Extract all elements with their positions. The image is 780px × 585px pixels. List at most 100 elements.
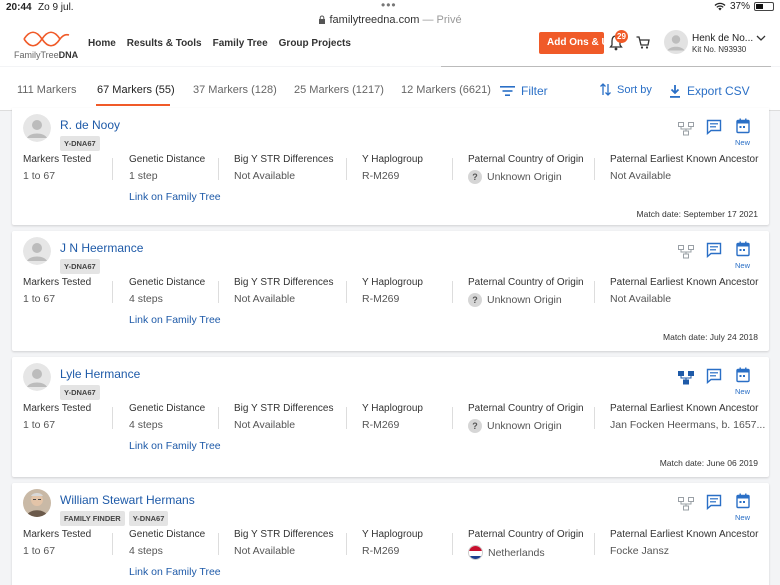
match-avatar[interactable] (23, 363, 51, 391)
country-column: Paternal Country of Origin ? Unknown Orig… (468, 154, 584, 184)
big-y-label: Big Y STR Differences (234, 403, 334, 414)
tab-37-markers[interactable]: 37 Markers (128) (193, 84, 277, 96)
markers-text: 1 to 67 (23, 545, 56, 557)
message-icon[interactable] (706, 242, 722, 258)
main-nav: Home Results & Tools Family Tree Group P… (88, 38, 351, 49)
markers-tested-column: Markers Tested 1 to 67 (23, 529, 91, 557)
familytreedna-logo[interactable]: FamilyTreeDNA (14, 30, 78, 64)
user-avatar[interactable] (664, 30, 688, 54)
tab-25-markers[interactable]: 25 Markers (1217) (294, 84, 384, 96)
country-value: ? Unknown Origin (468, 170, 584, 184)
calendar-icon[interactable] (736, 241, 750, 257)
country-text: Netherlands (488, 546, 545, 559)
match-avatar[interactable] (23, 489, 51, 517)
link-on-family-tree[interactable]: Link on Family Tree (129, 191, 221, 203)
column-divider (112, 281, 113, 303)
new-badge: New (735, 138, 751, 147)
haplogroup-label: Y Haplogroup (362, 154, 423, 165)
match-date: Match date: June 06 2019 (659, 458, 758, 468)
link-on-family-tree[interactable]: Link on Family Tree (129, 440, 221, 452)
match-card: J N Heermance Y-DNA67 New Markers Tested… (12, 231, 769, 351)
more-dots-icon[interactable]: ••• (381, 0, 397, 12)
big-y-value: Not Available (234, 545, 334, 557)
column-divider (218, 407, 219, 429)
add-ons-upgrades-button[interactable]: Add Ons & Upgrades (539, 32, 604, 54)
battery-icon (754, 2, 774, 11)
markers-tested-label: Markers Tested (23, 529, 92, 540)
calendar-icon[interactable] (736, 493, 750, 509)
distance-text: 4 steps (129, 419, 163, 431)
family-tree-icon[interactable] (678, 371, 694, 385)
column-divider (452, 533, 453, 555)
haplogroup-column: Y Haplogroup R-M269 (362, 154, 423, 182)
battery-percent: 37% (729, 1, 750, 12)
markers-tested-column: Markers Tested 1 to 67 (23, 154, 91, 182)
ancestor-column: Paternal Earliest Known Ancestor Focke J… (610, 529, 758, 557)
match-date: Match date: July 24 2018 (663, 332, 758, 342)
sort-icon (600, 83, 611, 96)
site-header: FamilyTreeDNA Home Results & Tools Famil… (0, 28, 780, 66)
family-tree-icon[interactable] (678, 122, 694, 136)
sort-button[interactable]: Sort by (600, 83, 652, 96)
nav-group-projects[interactable]: Group Projects (279, 38, 351, 49)
match-name[interactable]: R. de Nooy (60, 118, 120, 132)
ancestor-value: Jan Focken Heermans, b. 1657... (610, 419, 765, 431)
message-icon[interactable] (706, 119, 722, 135)
big-y-label: Big Y STR Differences (234, 277, 334, 288)
link-on-family-tree[interactable]: Link on Family Tree (129, 566, 221, 578)
match-name[interactable]: J N Heermance (60, 241, 143, 255)
dna-logo-icon (23, 31, 70, 47)
question-icon: ? (468, 293, 482, 307)
link-on-family-tree[interactable]: Link on Family Tree (129, 314, 221, 326)
family-tree-icon[interactable] (678, 497, 694, 511)
url-bar[interactable]: familytreedna.com — Privé (0, 14, 780, 28)
markers-text: 1 to 67 (23, 170, 56, 182)
haplogroup-label: Y Haplogroup (362, 277, 423, 288)
question-icon: ? (468, 170, 482, 184)
tab-67-markers[interactable]: 67 Markers (55) (97, 84, 175, 96)
column-divider (452, 158, 453, 180)
markers-tested-column: Markers Tested 1 to 67 (23, 277, 91, 305)
genetic-distance-label: Genetic Distance (129, 529, 206, 540)
column-divider (346, 533, 347, 555)
genetic-distance-column: Genetic Distance 4 steps (129, 529, 205, 557)
big-y-column: Big Y STR Differences Not Available (234, 403, 334, 431)
markers-tested-value: 1 to 67 (23, 170, 91, 182)
match-avatar[interactable] (23, 114, 51, 142)
export-csv-button[interactable]: Export CSV (669, 84, 750, 98)
ancestor-value: Not Available (610, 293, 758, 305)
haplogroup-text: R-M269 (362, 293, 400, 305)
family-tree-icon[interactable] (678, 245, 694, 259)
haplogroup-column: Y Haplogroup R-M269 (362, 277, 423, 305)
nav-home[interactable]: Home (88, 38, 116, 49)
tab-111-markers[interactable]: 111 Markers (17, 84, 77, 96)
match-avatar[interactable] (23, 237, 51, 265)
test-tag: FAMILY FINDER (60, 511, 125, 526)
match-tags: Y-DNA67 (60, 259, 100, 274)
user-name[interactable]: Henk de No... (692, 33, 753, 44)
calendar-icon[interactable] (736, 118, 750, 134)
tab-12-markers[interactable]: 12 Markers (6621) (401, 84, 491, 96)
nav-results-tools[interactable]: Results & Tools (127, 38, 202, 49)
cart-icon[interactable] (636, 36, 650, 49)
match-name[interactable]: William Stewart Hermans (60, 493, 195, 507)
column-divider (594, 158, 595, 180)
markers-tested-label: Markers Tested (23, 277, 92, 288)
message-icon[interactable] (706, 494, 722, 510)
filter-button[interactable]: Filter (500, 84, 548, 98)
genetic-distance-column: Genetic Distance 4 steps (129, 403, 205, 431)
genetic-distance-column: Genetic Distance 4 steps (129, 277, 205, 305)
column-divider (218, 158, 219, 180)
markers-text: 1 to 67 (23, 293, 56, 305)
big-y-value: Not Available (234, 170, 334, 182)
message-icon[interactable] (706, 368, 722, 384)
calendar-icon[interactable] (736, 367, 750, 383)
status-time: 20:44 (6, 2, 32, 13)
new-badge: New (735, 261, 751, 270)
country-value: Netherlands (468, 545, 584, 560)
country-text: Unknown Origin (487, 420, 562, 432)
nav-family-tree[interactable]: Family Tree (213, 38, 268, 49)
match-name[interactable]: Lyle Hermance (60, 367, 140, 381)
chevron-down-icon[interactable] (756, 34, 766, 42)
ancestor-text: Jan Focken Heermans, b. 1657... (610, 419, 766, 431)
